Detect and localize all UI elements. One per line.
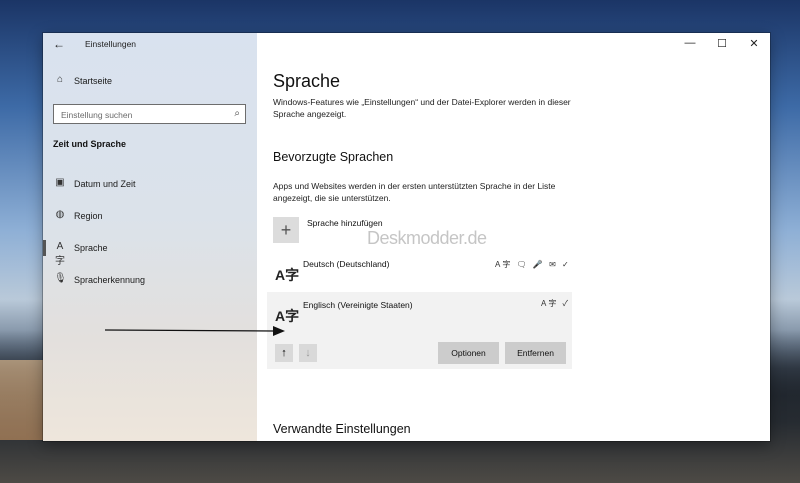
main-content: — ☐ ✕ Sprache Windows-Features wie „Eins…: [257, 33, 770, 441]
language-icon: A字: [275, 267, 300, 283]
sidebar: ← Einstellungen ⌂ Startseite Einstellung…: [43, 33, 257, 441]
page-title: Sprache: [273, 71, 341, 91]
title-bar: ← Einstellungen: [43, 33, 257, 55]
globe-icon: ◍: [55, 209, 65, 220]
options-button[interactable]: Optionen: [438, 342, 499, 364]
sidebar-item-region[interactable]: ◍ Region: [43, 204, 257, 228]
watermark: Deskmodder.de: [367, 228, 487, 248]
sidebar-item-label: Region: [74, 211, 103, 221]
language-name: Deutsch (Deutschland): [303, 259, 390, 269]
language-name: Englisch (Vereinigte Staaten): [303, 300, 413, 310]
add-language-label[interactable]: Sprache hinzufügen: [307, 218, 383, 228]
search-placeholder: Einstellung suchen: [61, 110, 133, 120]
sidebar-item-home[interactable]: ⌂ Startseite: [43, 69, 257, 93]
sidebar-item-label: Spracherkennung: [74, 275, 146, 285]
preferred-languages-description: Apps und Websites werden in der ersten u…: [273, 181, 556, 203]
close-icon[interactable]: ✕: [748, 37, 760, 50]
maximize-icon[interactable]: ☐: [716, 37, 728, 50]
sidebar-item-label: Startseite: [74, 76, 113, 86]
language-features-icons: A字 ✓: [541, 299, 571, 308]
search-icon[interactable]: ⌕: [234, 108, 240, 119]
annotation-arrow: [105, 326, 285, 336]
search-input[interactable]: Einstellung suchen ⌕: [53, 104, 246, 124]
sidebar-item-label: Datum und Zeit: [74, 179, 136, 189]
language-icon: A字: [55, 241, 65, 267]
plus-icon: +: [280, 220, 292, 240]
microphone-icon: 🎙: [54, 273, 67, 284]
arrow-down-icon: ↓: [305, 347, 311, 359]
add-language-button[interactable]: +: [273, 217, 299, 243]
move-up-button[interactable]: ↑: [275, 344, 293, 362]
window-title: Einstellungen: [85, 39, 137, 49]
related-settings-heading: Verwandte Einstellungen: [273, 422, 411, 436]
move-down-button[interactable]: ↓: [299, 344, 317, 362]
minimize-icon[interactable]: —: [684, 37, 696, 49]
sidebar-item-date-time[interactable]: ▣ Datum und Zeit: [43, 172, 257, 196]
sidebar-item-language[interactable]: A字 Sprache: [43, 236, 257, 267]
sidebar-item-speech[interactable]: 🎙 Spracherkennung: [43, 268, 257, 292]
page-description: Windows-Features wie „Einstellungen“ und…: [273, 97, 571, 119]
back-arrow-icon[interactable]: ←: [53, 37, 65, 51]
calendar-clock-icon: ▣: [55, 177, 65, 188]
sidebar-item-label: Sprache: [74, 243, 108, 253]
language-icon: A字: [275, 308, 300, 324]
remove-button[interactable]: Entfernen: [505, 342, 566, 364]
language-features-icons: A字 🗨 🎤 ✉ ✓: [495, 260, 571, 269]
settings-window: ← Einstellungen ⌂ Startseite Einstellung…: [43, 33, 770, 441]
home-icon: ⌂: [56, 74, 64, 85]
sidebar-section-title: Zeit und Sprache: [53, 139, 127, 149]
arrow-up-icon: ↑: [281, 347, 287, 359]
preferred-languages-heading: Bevorzugte Sprachen: [273, 150, 394, 164]
language-item-english[interactable]: A字 Englisch (Vereinigte Staaten) A字 ✓ ↑ …: [267, 292, 572, 369]
language-item-german[interactable]: A字 Deutsch (Deutschland) A字 🗨 🎤 ✉ ✓: [267, 253, 572, 289]
